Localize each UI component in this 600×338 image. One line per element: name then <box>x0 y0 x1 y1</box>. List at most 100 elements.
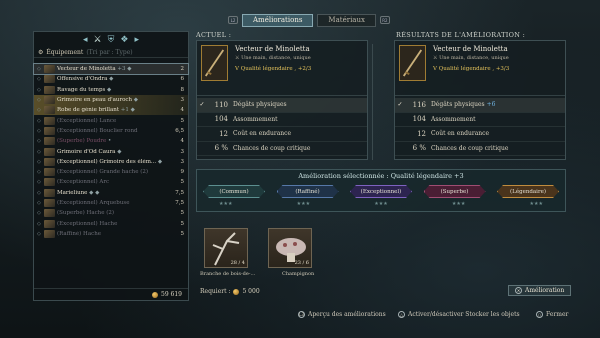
stat-row: 6 % Chances de coup critique <box>395 142 565 156</box>
star-row: ★★★ ★★★ ★★★ ★★★ ★★★ <box>197 201 565 207</box>
item-weight: 6 <box>180 76 185 83</box>
inventory-panel: ◂ ⚔ ⛨ ❖ ▸ ⚙ Équipement (Tri par : Type) … <box>33 31 189 301</box>
slot-icon: ◇ <box>37 148 41 155</box>
item-name: (Exceptionnel) Grande hache (2) <box>57 169 148 176</box>
stat-row: 6 % Chances de coup critique <box>197 142 367 156</box>
inventory-item[interactable]: ◇ Ravage du temps ◆ 8 <box>34 85 188 95</box>
inventory-title: Équipement <box>46 49 84 56</box>
weapon-name: Vecteur de Minoletta <box>235 45 310 53</box>
tier-badge: (Superbe) <box>424 185 486 198</box>
material-qty: 23 / 6 <box>294 260 309 266</box>
equipment-category-icon[interactable]: ⚔ <box>94 35 102 45</box>
item-icon <box>44 137 55 146</box>
item-name: Grimoire en peau d'auroch ◆ <box>57 97 138 104</box>
material-label: Champignon <box>282 271 315 277</box>
inventory-item[interactable]: ◇ (Exceptionnel) Lance 5 <box>34 115 188 125</box>
accessory-category-icon[interactable]: ❖ <box>120 35 128 45</box>
inventory-item[interactable]: ◇ (Raffiné) Hache 5 <box>34 229 188 239</box>
inventory-item[interactable]: ◇ Grimoire d'Od Caura ◆ 3 <box>34 146 188 156</box>
inventory-item[interactable]: ◇ Grimoire en peau d'auroch ◆ 3 <box>34 94 188 106</box>
item-weight: 5 <box>180 210 185 217</box>
tab-right-key[interactable]: R2 <box>379 16 390 24</box>
item-icon <box>44 65 55 74</box>
stat-value: 110 <box>214 100 228 109</box>
tier-stars: ★★★ <box>529 201 543 207</box>
item-name: Robe de génie brillant +1 ◆ <box>57 107 135 114</box>
inventory-item[interactable]: ◇ (Exceptionnel) Arc 5 <box>34 177 188 187</box>
inventory-item[interactable]: ◇ (Exceptionnel) Hache 5 <box>34 218 188 228</box>
next-category-icon[interactable]: ▸ <box>134 35 139 45</box>
inventory-item[interactable]: ◇ Robe de génie brillant +1 ◆ 4 <box>34 105 188 116</box>
item-weight: 7,5 <box>175 200 184 206</box>
stat-value: 6 % <box>214 144 228 153</box>
inventory-item[interactable]: ◇ (Superbe) Poudre • 4 <box>34 136 188 146</box>
result-stats: ✓ 116 Dégâts physiques +6 104 Assommement 12 Co… <box>395 96 565 156</box>
tier-badge: (Exceptionnel) <box>350 185 412 198</box>
item-icon <box>44 106 55 115</box>
sort-label[interactable]: (Tri par : Type) <box>86 49 132 56</box>
prev-category-icon[interactable]: ◂ <box>83 35 88 45</box>
current-title: ACTUEL : <box>196 31 232 39</box>
material-label: Branche de bois-de-... <box>200 271 256 277</box>
inventory-item[interactable]: ◇ (Exceptionnel) Bouclier rond 6,5 <box>34 126 188 136</box>
required-cost: Requiert : 5 000 <box>200 288 260 295</box>
item-weight: 5 <box>180 179 185 186</box>
footer-toggle-store[interactable]: △ Activer/désactiver Stocker les objets <box>398 311 520 318</box>
item-name: Offensive d'Ondra ◆ <box>57 76 114 83</box>
slot-icon: ◇ <box>37 86 41 93</box>
item-icon <box>44 188 55 197</box>
result-card: Vecteur de Minoletta ⚔ Une main, distanc… <box>394 40 566 160</box>
tab-left-key[interactable]: L2 <box>228 16 238 24</box>
slot-icon: ◇ <box>37 158 41 165</box>
material-slot[interactable]: 28 / 4 <box>204 228 248 268</box>
check-icon: ✓ <box>397 101 403 109</box>
item-icon <box>44 116 55 125</box>
item-weight: 5 <box>180 220 185 227</box>
item-name: (Exceptionnel) Lance <box>57 117 117 124</box>
weapon-quality: Ⅴ Qualité légendaire , +2/3 <box>235 66 312 72</box>
inventory-item[interactable]: ◇ Marieliune ◆ ◆ 7,5 <box>34 188 188 198</box>
coin-icon <box>152 291 158 298</box>
inventory-item[interactable]: ◇ (Superbe) Hache (2) 5 <box>34 208 188 218</box>
item-icon <box>44 96 55 105</box>
item-weight: 4 <box>180 107 185 114</box>
stat-value: 116 <box>412 100 426 109</box>
material-qty: 28 / 4 <box>230 260 245 266</box>
stat-label: Coût en endurance <box>431 130 490 138</box>
weapon-subtitle: ⚔ Une main, distance, unique <box>235 55 311 61</box>
tab-ameliorations[interactable]: Améliorations <box>242 13 314 27</box>
tab-materiaux[interactable]: Matériaux <box>317 13 376 27</box>
weapon-quality: Ⅴ Qualité légendaire , +3/3 <box>433 66 510 72</box>
inventory-item[interactable]: ◇ Offensive d'Ondra ◆ 6 <box>34 74 188 84</box>
slot-icon: ◇ <box>37 138 41 145</box>
weapon-name: Vecteur de Minoletta <box>433 45 508 53</box>
inventory-item[interactable]: ◇ (Exceptionnel) Arquebuse 7,5 <box>34 198 188 208</box>
item-name: Vecteur de Minoletta +3 ◆ <box>57 66 132 73</box>
inventory-item[interactable]: ◇ (Exceptionnel) Grimoire des élém... ◆ 3 <box>34 157 188 167</box>
tier-stars: ★★★ <box>451 201 466 207</box>
upgrade-button[interactable]: ✕ Amélioration <box>508 285 572 296</box>
item-weight: 8 <box>180 86 185 93</box>
check-icon: ✓ <box>199 101 205 109</box>
tier-stars: ★★★ <box>219 201 233 207</box>
armor-category-icon[interactable]: ⛨ <box>108 35 115 45</box>
materials-area: 28 / 4 Branche de bois-de-... 23 / 6 Cha… <box>196 217 566 283</box>
item-weight: 4 <box>180 138 185 145</box>
slot-icon: ◇ <box>37 230 41 237</box>
stat-label: Dégâts physiques <box>233 101 287 109</box>
gear-icon: ⚙ <box>38 49 44 56</box>
inventory-item[interactable]: ◇ (Exceptionnel) Grande hache (2) 9 <box>34 167 188 177</box>
material-slot[interactable]: 23 / 6 <box>268 228 312 268</box>
footer-close[interactable]: ○ Fermer <box>536 311 568 318</box>
item-icon <box>44 157 55 166</box>
inventory-item[interactable]: ◇ Vecteur de Minoletta +3 ◆ 2 <box>33 62 189 76</box>
item-icon <box>44 178 55 187</box>
stat-row: 12 Coût en endurance <box>395 127 565 142</box>
tier-badge: (Légendaire) <box>497 185 559 198</box>
slot-icon: ◇ <box>37 76 41 83</box>
category-bar: ◂ ⚔ ⛨ ❖ ▸ <box>34 32 188 48</box>
footer-preview[interactable]: L3 Aperçu des améliorations <box>298 311 386 318</box>
item-name: Grimoire d'Od Caura ◆ <box>57 148 122 155</box>
inventory-header: ⚙ Équipement (Tri par : Type) <box>34 48 188 58</box>
coin-icon <box>233 288 240 295</box>
